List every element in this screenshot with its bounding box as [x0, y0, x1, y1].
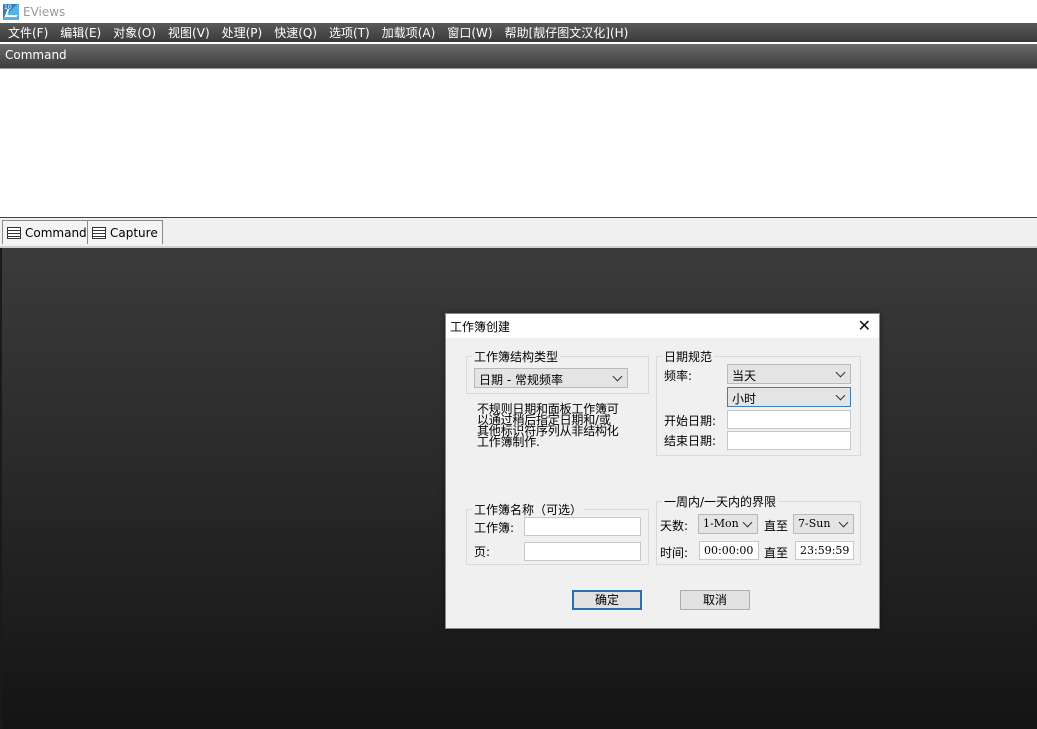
menu-help[interactable]: 帮助[靓仔图文汉化](H) [499, 24, 635, 41]
eviews-logo-icon: 10 [3, 3, 19, 20]
menu-bar: 文件(F) 编辑(E) 对象(O) 视图(V) 处理(P) 快速(Q) 选项(T… [0, 23, 1037, 42]
capture-window-icon [92, 226, 106, 239]
dialog-title-bar: 工作簿创建 ✕ [446, 314, 879, 338]
time-to-input[interactable]: 23:59:59 [795, 541, 854, 560]
time-to-label: 直至 [764, 546, 789, 560]
dialog-title: 工作簿创建 [450, 320, 511, 334]
chevron-down-icon [835, 367, 846, 378]
workbook-name-label: 工作簿: [474, 521, 515, 535]
frequency-label: 频率: [664, 369, 693, 383]
names-group-label: 工作簿名称（可选） [472, 501, 585, 518]
menu-edit[interactable]: 编辑(E) [54, 24, 107, 41]
menu-options[interactable]: 选项(T) [323, 24, 376, 41]
ok-button[interactable]: 确定 [572, 590, 642, 610]
day-to-label: 直至 [764, 519, 789, 533]
tab-capture[interactable]: Capture [87, 220, 163, 244]
command-pane-header: Command [0, 44, 1037, 68]
end-date-input[interactable] [727, 431, 851, 450]
end-date-label: 结束日期: [664, 434, 717, 448]
days-label: 天数: [660, 519, 689, 533]
chevron-down-icon [838, 517, 849, 528]
workbook-name-input[interactable] [524, 517, 641, 536]
chevron-down-icon [612, 371, 623, 382]
menu-view[interactable]: 视图(V) [162, 24, 216, 41]
page-name-input[interactable] [524, 542, 641, 561]
menu-file[interactable]: 文件(F) [2, 24, 54, 41]
sub-frequency-select[interactable]: 小时 [727, 387, 851, 407]
start-date-input[interactable] [727, 410, 851, 429]
command-tab-strip: Command Capture [0, 218, 1037, 248]
close-icon[interactable]: ✕ [858, 316, 871, 336]
menu-addins[interactable]: 加载项(A) [376, 24, 442, 41]
bounds-group-label: 一周内/一天内的界限 [662, 493, 779, 510]
tab-command[interactable]: Command [2, 220, 92, 244]
time-label: 时间: [660, 546, 689, 560]
date-spec-group-label: 日期规范 [662, 348, 715, 365]
cancel-button[interactable]: 取消 [680, 590, 750, 610]
structure-type-select[interactable]: 日期 - 常规频率 [474, 368, 628, 388]
menu-window[interactable]: 窗口(W) [441, 24, 498, 41]
menu-proc[interactable]: 处理(P) [216, 24, 269, 41]
window-title: EViews [23, 4, 66, 19]
start-date-label: 开始日期: [664, 414, 717, 428]
time-from-input[interactable]: 00:00:00 [699, 541, 759, 560]
chevron-down-icon [835, 390, 846, 401]
workfile-create-dialog: 工作簿创建 ✕ 工作簿结构类型 日期 - 常规频率 不规则日期和面板工作簿可 以… [445, 313, 880, 629]
day-to-select[interactable]: 7-Sun [793, 514, 854, 534]
page-name-label: 页: [474, 545, 491, 559]
menu-object[interactable]: 对象(O) [107, 24, 162, 41]
menu-quick[interactable]: 快速(Q) [268, 24, 323, 41]
structure-group-label: 工作簿结构类型 [472, 348, 561, 365]
title-bar: 10 EViews [0, 0, 1037, 23]
command-window-icon [7, 226, 21, 239]
structure-note: 不规则日期和面板工作簿可 以通过稍后指定日期和/或 其他标识符序列从非结构化 工… [477, 402, 619, 449]
command-input-area[interactable] [0, 68, 1037, 218]
chevron-down-icon [742, 517, 753, 528]
day-from-select[interactable]: 1-Mon [698, 514, 758, 534]
frequency-select[interactable]: 当天 [727, 364, 851, 384]
